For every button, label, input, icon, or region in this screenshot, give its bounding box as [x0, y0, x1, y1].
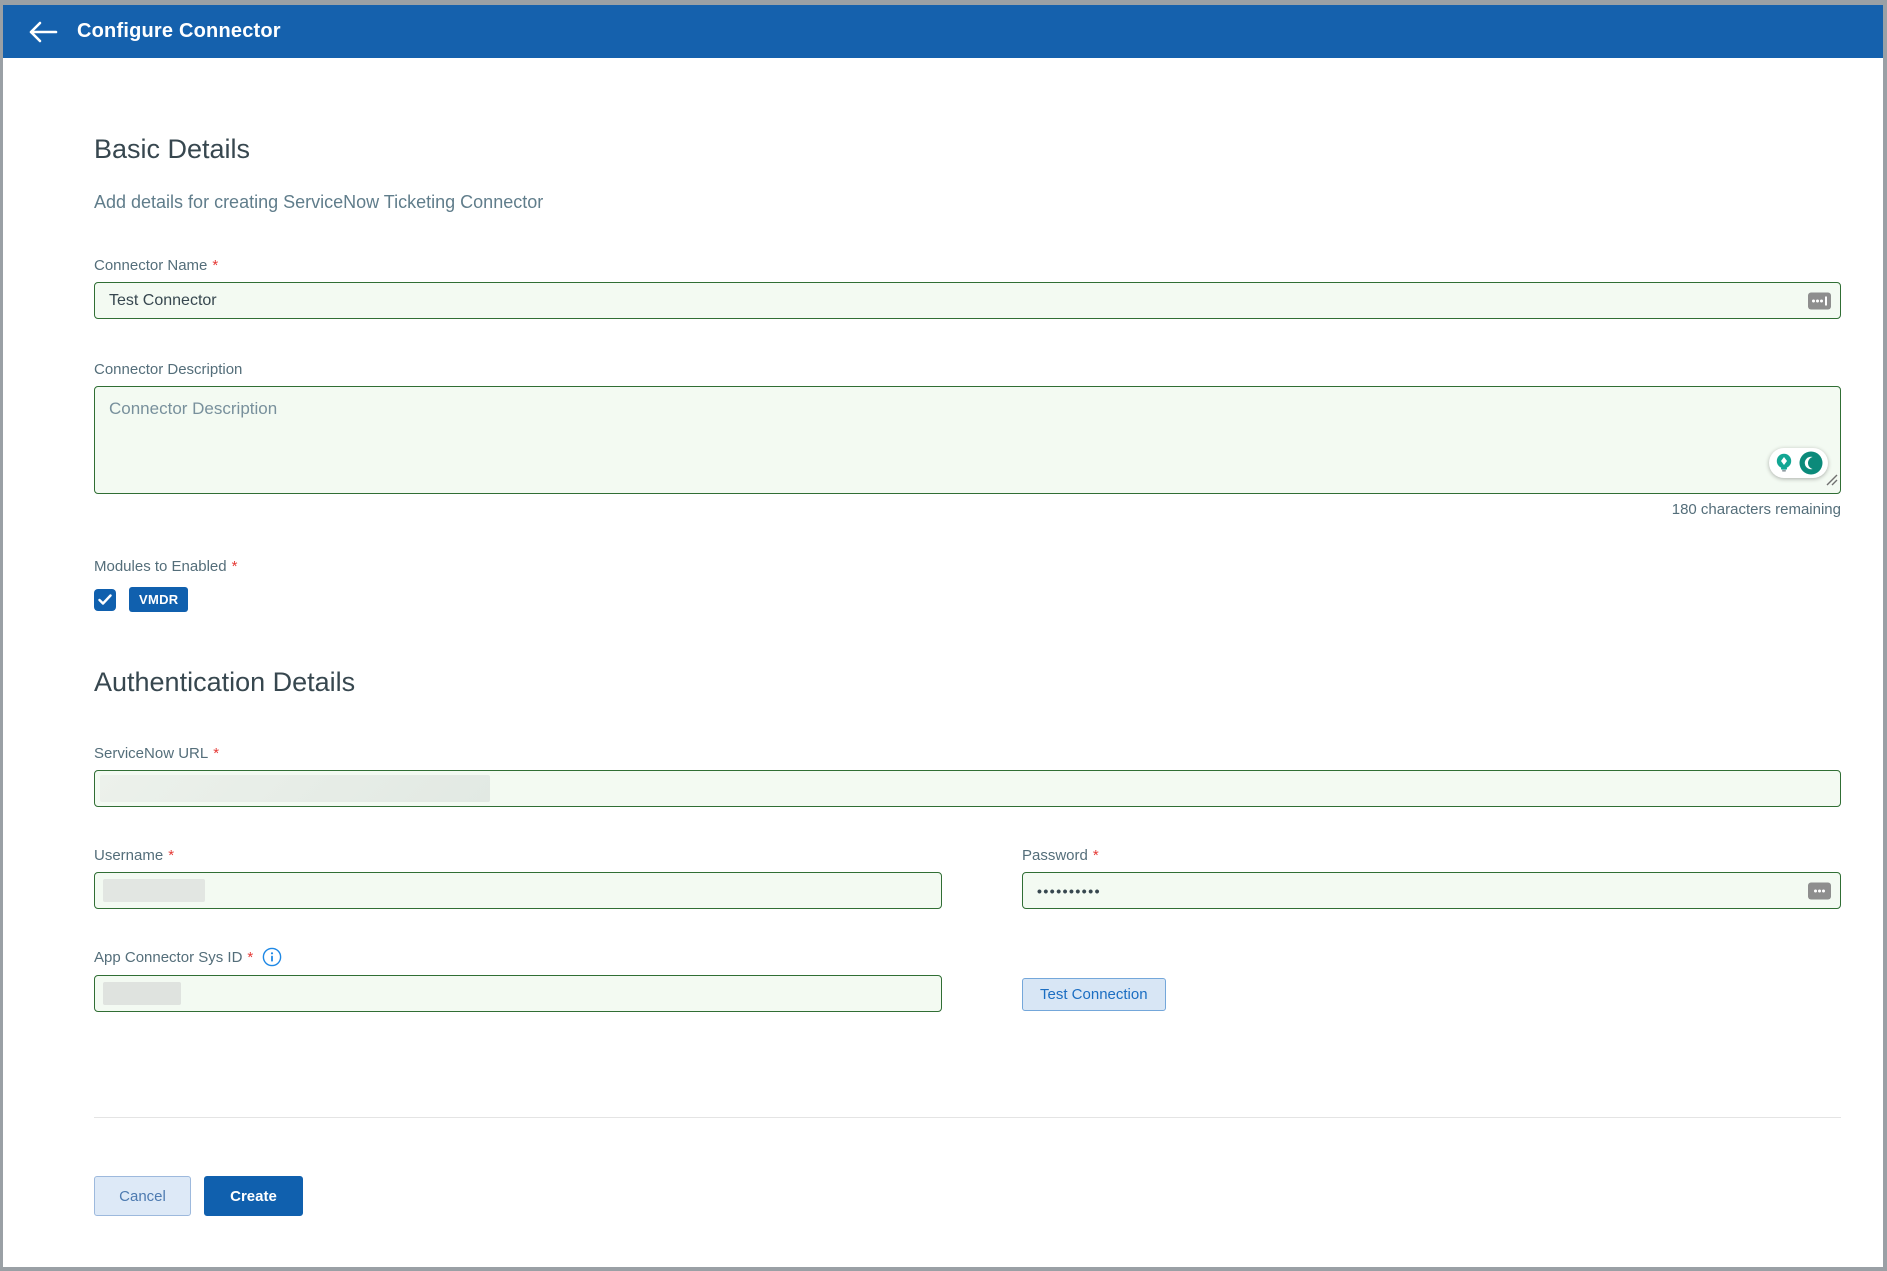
configure-connector-page: Configure Connector Basic Details Add de… [3, 5, 1883, 1267]
sysid-field-wrap [94, 975, 942, 1012]
connector-description-textarea[interactable] [94, 386, 1841, 494]
page-title: Configure Connector [77, 20, 281, 43]
vmdr-badge: VMDR [129, 587, 188, 612]
required-asterisk: * [1093, 847, 1099, 864]
required-asterisk: * [168, 847, 174, 864]
auth-details-heading: Authentication Details [94, 667, 1841, 698]
servicenow-url-field-wrap [94, 770, 1841, 807]
required-asterisk: * [213, 745, 219, 762]
required-asterisk: * [247, 949, 253, 966]
characters-remaining: 180 characters remaining [94, 501, 1841, 518]
sysid-input[interactable] [94, 975, 942, 1012]
footer-divider [94, 1117, 1841, 1118]
assistant-lightbulb-icon[interactable] [1773, 451, 1795, 475]
test-connection-button[interactable]: Test Connection [1022, 978, 1166, 1011]
resize-grip-icon[interactable] [1825, 473, 1838, 486]
connector-description-field-wrap [94, 386, 1841, 494]
username-field-wrap [94, 872, 942, 909]
sysid-row: App Connector Sys ID * [94, 947, 1841, 1012]
redacted-url-value [100, 775, 490, 802]
test-connection-column: Test Connection [1022, 947, 1841, 1012]
servicenow-url-label: ServiceNow URL * [94, 745, 1841, 762]
connector-description-label: Connector Description [94, 361, 1841, 378]
writing-assistant-widget[interactable] [1769, 448, 1828, 478]
back-button[interactable] [26, 15, 60, 49]
assistant-crescent-icon[interactable] [1798, 450, 1824, 476]
redacted-username-value [103, 879, 205, 902]
autofill-manager-icon[interactable] [1808, 882, 1831, 899]
sysid-column: App Connector Sys ID * [94, 947, 942, 1012]
cancel-button[interactable]: Cancel [94, 1176, 191, 1216]
password-field-wrap [1022, 872, 1841, 909]
checkmark-icon [98, 594, 112, 606]
password-label: Password * [1022, 847, 1841, 864]
required-asterisk: * [212, 257, 218, 274]
module-option-row: VMDR [94, 587, 1841, 612]
connector-name-label: Connector Name * [94, 257, 1841, 274]
page-header: Configure Connector [3, 5, 1883, 58]
username-input[interactable] [94, 872, 942, 909]
required-asterisk: * [232, 558, 238, 575]
password-column: Password * [1022, 847, 1841, 909]
autofill-manager-icon[interactable] [1808, 292, 1831, 309]
info-circle-icon[interactable] [262, 947, 282, 967]
footer-actions: Cancel Create [94, 1176, 1841, 1216]
arrow-left-icon [28, 21, 58, 43]
basic-details-heading: Basic Details [94, 134, 1841, 165]
credentials-row: Username * Password * [94, 847, 1841, 909]
redacted-sysid-value [103, 982, 181, 1005]
password-input[interactable] [1022, 872, 1841, 909]
sysid-label: App Connector Sys ID * [94, 947, 942, 967]
form-content: Basic Details Add details for creating S… [3, 134, 1883, 1216]
vmdr-checkbox[interactable] [94, 589, 116, 611]
basic-details-subtitle: Add details for creating ServiceNow Tick… [94, 192, 1841, 213]
create-button[interactable]: Create [204, 1176, 303, 1216]
username-column: Username * [94, 847, 942, 909]
modules-label: Modules to Enabled * [94, 558, 1841, 575]
connector-name-input[interactable] [94, 282, 1841, 319]
username-label: Username * [94, 847, 942, 864]
connector-name-field-wrap [94, 282, 1841, 319]
